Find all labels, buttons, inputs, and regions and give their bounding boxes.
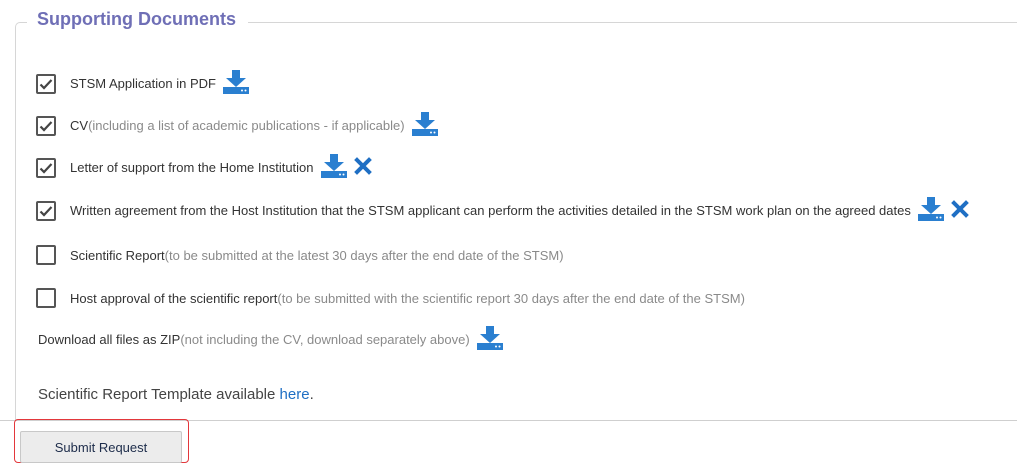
template-prefix: Scientific Report Template available bbox=[38, 386, 280, 403]
checkbox-written-agreement[interactable] bbox=[36, 200, 56, 221]
document-row-cv: CV (including a list of academic publica… bbox=[36, 111, 439, 140]
template-suffix: . bbox=[309, 386, 314, 403]
checkbox-letter-of-support[interactable] bbox=[36, 157, 56, 178]
download-icon[interactable] bbox=[476, 325, 504, 354]
download-zip-row: Download all files as ZIP (not including… bbox=[38, 325, 504, 354]
close-icon[interactable] bbox=[951, 200, 969, 221]
checkmark-icon bbox=[39, 120, 53, 132]
document-label: CV bbox=[70, 118, 89, 133]
checkbox-cv[interactable] bbox=[36, 115, 56, 136]
document-row-scientific-report: Scientific Report (to be submitted at th… bbox=[36, 245, 564, 265]
document-label: Letter of support from the Home Institut… bbox=[70, 160, 314, 175]
document-label: Written agreement from the Host Institut… bbox=[70, 203, 911, 218]
document-note: (including a list of academic publicatio… bbox=[88, 118, 405, 133]
document-note: (to be submitted at the latest 30 days a… bbox=[164, 247, 564, 263]
download-icon[interactable] bbox=[411, 111, 439, 140]
document-label: Scientific Report bbox=[70, 247, 165, 263]
template-here-link[interactable]: here bbox=[280, 386, 310, 403]
checkmark-icon bbox=[39, 78, 53, 90]
document-row-host-approval: Host approval of the scientific report (… bbox=[36, 288, 745, 308]
close-icon[interactable] bbox=[353, 157, 372, 178]
download-icon[interactable] bbox=[917, 196, 945, 225]
checkmark-icon bbox=[39, 162, 53, 174]
document-row-written-agreement: Written agreement from the Host Institut… bbox=[36, 196, 969, 225]
document-label: STSM Application in PDF bbox=[70, 76, 216, 91]
document-note: (to be submitted with the scientific rep… bbox=[277, 290, 745, 306]
checkbox-stsm-application[interactable] bbox=[36, 73, 56, 94]
download-icon[interactable] bbox=[320, 153, 348, 182]
zip-label: Download all files as ZIP bbox=[38, 332, 181, 347]
download-icon[interactable] bbox=[222, 69, 250, 98]
document-label: Host approval of the scientific report bbox=[70, 290, 278, 306]
section-legend: Supporting Documents bbox=[27, 9, 248, 30]
checkbox-scientific-report[interactable] bbox=[36, 245, 56, 265]
zip-note: (not including the CV, download separate… bbox=[180, 332, 470, 347]
document-row-letter-of-support: Letter of support from the Home Institut… bbox=[36, 153, 372, 182]
checkbox-host-approval[interactable] bbox=[36, 288, 56, 308]
document-row-stsm-application: STSM Application in PDF bbox=[36, 69, 250, 98]
checkmark-icon bbox=[39, 205, 53, 217]
report-template-line: Scientific Report Template available her… bbox=[38, 386, 314, 403]
submit-request-button[interactable]: Submit Request bbox=[20, 431, 182, 463]
